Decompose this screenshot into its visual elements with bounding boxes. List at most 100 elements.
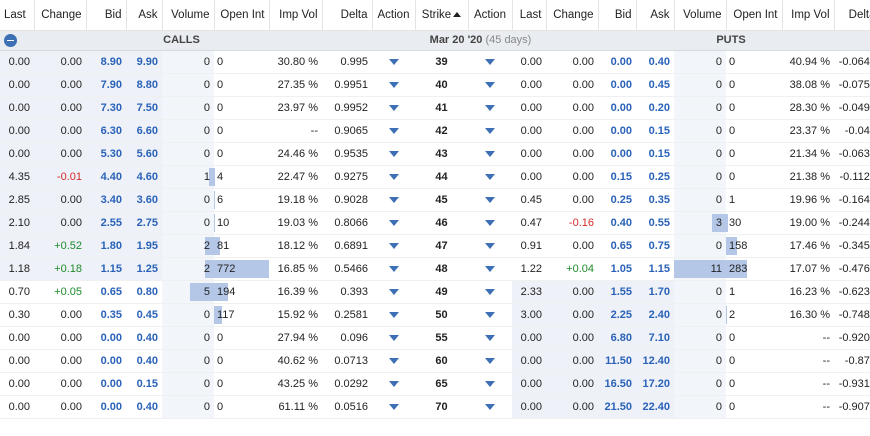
call-bid[interactable]: 0.00 (86, 349, 126, 373)
call-action[interactable] (372, 73, 415, 97)
put-action[interactable] (468, 349, 512, 373)
put-action-dropdown-icon[interactable] (485, 311, 495, 318)
put-action-dropdown-icon[interactable] (485, 357, 495, 364)
call-action-dropdown-icon[interactable] (388, 58, 399, 65)
put-bid[interactable]: 0.00 (598, 73, 636, 97)
put-bid[interactable]: 16.50 (598, 372, 636, 396)
put-bid[interactable]: 0.00 (598, 142, 636, 166)
call-bid[interactable]: 8.90 (86, 50, 126, 74)
call-action-dropdown-icon[interactable] (388, 104, 399, 111)
put-action[interactable] (468, 211, 512, 235)
put-ask[interactable]: 0.35 (636, 188, 674, 212)
put-action-dropdown-icon[interactable] (485, 265, 495, 272)
put-ask[interactable]: 0.15 (636, 119, 674, 143)
col-put-delta[interactable]: Delta (834, 0, 870, 31)
call-action-dropdown-icon[interactable] (388, 357, 399, 364)
call-ask[interactable]: 1.25 (126, 257, 162, 281)
put-ask[interactable]: 7.10 (636, 326, 674, 350)
put-action[interactable] (468, 73, 512, 97)
col-put-volume[interactable]: Volume (674, 0, 727, 31)
put-bid[interactable]: 0.65 (598, 234, 636, 258)
collapse-minus-icon[interactable] (4, 33, 17, 47)
put-ask[interactable]: 0.75 (636, 234, 674, 258)
put-action-dropdown-icon[interactable] (485, 334, 495, 341)
put-action[interactable] (468, 280, 512, 304)
call-action-dropdown-icon[interactable] (388, 380, 399, 387)
call-ask[interactable]: 9.90 (126, 50, 162, 74)
put-action[interactable] (468, 257, 512, 281)
call-ask[interactable]: 0.45 (126, 303, 162, 327)
call-bid[interactable]: 2.55 (86, 211, 126, 235)
call-ask[interactable]: 0.80 (126, 280, 162, 304)
put-ask[interactable]: 17.20 (636, 372, 674, 396)
call-bid[interactable]: 0.00 (86, 326, 126, 350)
call-bid[interactable]: 5.30 (86, 142, 126, 166)
col-call-last[interactable]: Last (0, 0, 35, 31)
col-put-imp-vol[interactable]: Imp Vol (782, 0, 835, 31)
col-call-bid[interactable]: Bid (86, 0, 127, 31)
call-ask[interactable]: 0.40 (126, 326, 162, 350)
call-ask[interactable]: 4.60 (126, 165, 162, 189)
put-bid[interactable]: 0.00 (598, 50, 636, 74)
call-action[interactable] (372, 326, 415, 350)
col-put-open-int[interactable]: Open Int (726, 0, 783, 31)
put-ask[interactable]: 1.15 (636, 257, 674, 281)
put-ask[interactable]: 2.40 (636, 303, 674, 327)
col-call-delta[interactable]: Delta (322, 0, 373, 31)
call-action[interactable] (372, 96, 415, 120)
call-ask[interactable]: 6.60 (126, 119, 162, 143)
col-call-volume[interactable]: Volume (162, 0, 215, 31)
call-ask[interactable]: 0.15 (126, 372, 162, 396)
put-action-dropdown-icon[interactable] (485, 150, 495, 157)
put-bid[interactable]: 0.25 (598, 188, 636, 212)
call-action[interactable] (372, 395, 415, 419)
put-action[interactable] (468, 395, 512, 419)
call-action[interactable] (372, 280, 415, 304)
put-action[interactable] (468, 326, 512, 350)
call-action[interactable] (372, 372, 415, 396)
call-bid[interactable]: 7.90 (86, 73, 126, 97)
col-put-bid[interactable]: Bid (598, 0, 637, 31)
call-ask[interactable]: 2.75 (126, 211, 162, 235)
call-bid[interactable]: 3.40 (86, 188, 126, 212)
call-bid[interactable]: 1.80 (86, 234, 126, 258)
put-action[interactable] (468, 303, 512, 327)
put-action[interactable] (468, 234, 512, 258)
call-action-dropdown-icon[interactable] (388, 265, 399, 272)
put-action-dropdown-icon[interactable] (485, 242, 495, 249)
col-call-ask[interactable]: Ask (126, 0, 163, 31)
call-action-dropdown-icon[interactable] (388, 81, 399, 88)
col-call-change[interactable]: Change (34, 0, 87, 31)
call-action[interactable] (372, 50, 415, 74)
call-bid[interactable]: 0.65 (86, 280, 126, 304)
call-action[interactable] (372, 188, 415, 212)
call-action[interactable] (372, 211, 415, 235)
put-action[interactable] (468, 142, 512, 166)
col-call-imp-vol[interactable]: Imp Vol (269, 0, 323, 31)
put-bid[interactable]: 6.80 (598, 326, 636, 350)
put-bid[interactable]: 2.25 (598, 303, 636, 327)
put-bid[interactable]: 1.05 (598, 257, 636, 281)
call-action-dropdown-icon[interactable] (388, 288, 399, 295)
put-action-dropdown-icon[interactable] (485, 173, 495, 180)
put-ask[interactable]: 22.40 (636, 395, 674, 419)
call-action[interactable] (372, 119, 415, 143)
put-ask[interactable]: 0.25 (636, 165, 674, 189)
col-put-ask[interactable]: Ask (636, 0, 675, 31)
call-ask[interactable]: 8.80 (126, 73, 162, 97)
col-put-last[interactable]: Last (512, 0, 547, 31)
call-bid[interactable]: 7.30 (86, 96, 126, 120)
call-action[interactable] (372, 142, 415, 166)
put-ask[interactable]: 12.40 (636, 349, 674, 373)
put-bid[interactable]: 0.15 (598, 165, 636, 189)
put-ask[interactable]: 0.40 (636, 50, 674, 74)
call-bid[interactable]: 6.30 (86, 119, 126, 143)
put-action-dropdown-icon[interactable] (485, 403, 495, 410)
put-ask[interactable]: 0.15 (636, 142, 674, 166)
call-bid[interactable]: 0.35 (86, 303, 126, 327)
put-ask[interactable]: 0.55 (636, 211, 674, 235)
col-put-change[interactable]: Change (546, 0, 599, 31)
put-action-dropdown-icon[interactable] (485, 288, 495, 295)
put-action[interactable] (468, 119, 512, 143)
call-action-dropdown-icon[interactable] (388, 219, 399, 226)
